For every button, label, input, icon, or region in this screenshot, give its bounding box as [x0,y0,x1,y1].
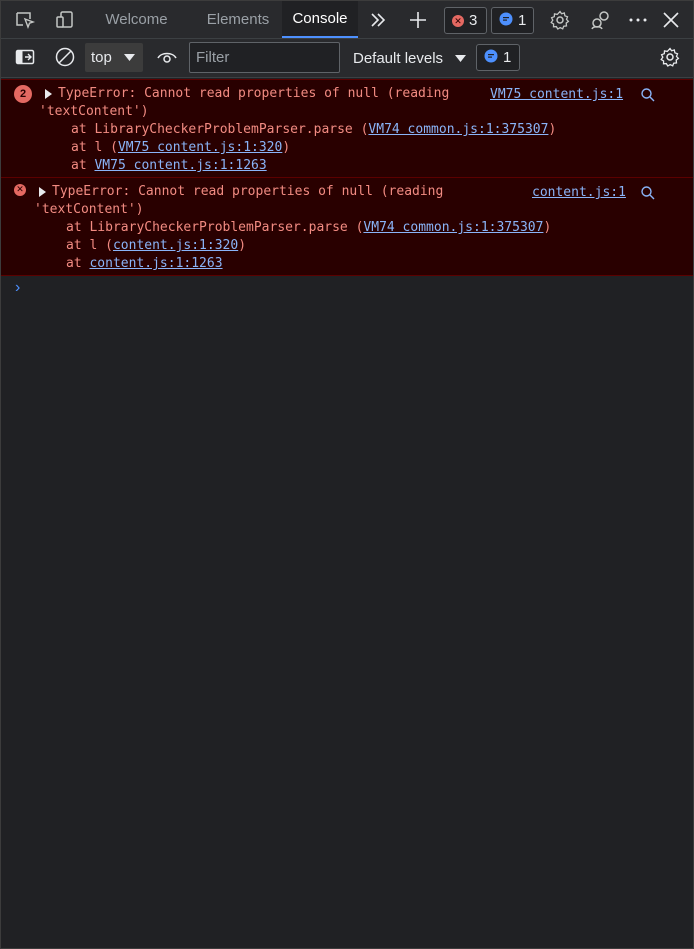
more-options-icon[interactable] [625,7,651,33]
stack-link[interactable]: VM75 content.js:1:1263 [94,158,266,173]
settings-gear-icon[interactable] [547,7,573,33]
error-text-line: 'textContent') [39,104,149,119]
stack-frame: at LibraryCheckerProblemParser.parse (VM… [66,220,552,235]
toolbar-issues-count: 1 [503,49,512,66]
devtools-window: Welcome Elements Console ✕ 3 1 top Filte… [0,0,694,949]
source-link[interactable]: content.js:1 [532,184,626,202]
stack-link[interactable]: content.js:1:320 [113,238,238,253]
log-levels-dropdown[interactable]: Default levels [353,47,467,69]
context-selector[interactable]: top [85,43,143,72]
console-settings-gear-icon[interactable] [657,44,683,70]
customize-feedback-icon[interactable] [587,7,613,33]
add-tab-icon[interactable] [405,7,431,33]
error-icon: ✕ [452,14,464,27]
console-error-message: ✕ TypeError: Cannot read properties of n… [1,178,693,276]
chevron-down-icon [123,49,135,66]
stack-link[interactable]: content.js:1:1263 [89,256,222,271]
stack-frame: at l (VM75 content.js:1:320) [71,140,291,155]
toolbar-issues-button[interactable]: 1 [476,44,520,71]
error-text-line: 'textContent') [34,202,144,217]
log-levels-label: Default levels [353,49,444,67]
console-output: 2 TypeError: Cannot read properties of n… [1,79,693,296]
chevron-down-icon [455,50,467,67]
live-expression-eye-icon[interactable] [154,44,180,70]
show-sidebar-icon[interactable] [12,44,38,70]
console-toolbar: top Default levels 1 [1,39,693,78]
search-icon[interactable] [640,87,656,103]
stack-link[interactable]: VM74 common.js:1:375307 [368,122,548,137]
console-error-message: 2 TypeError: Cannot read properties of n… [1,79,693,178]
context-value: top [91,49,112,66]
issues-count-button[interactable]: 1 [491,7,534,34]
issues-count: 1 [518,12,527,29]
issues-icon [499,12,513,30]
more-tabs-icon[interactable] [365,7,391,33]
search-icon[interactable] [640,185,656,201]
errors-count-button[interactable]: ✕ 3 [444,7,487,34]
stack-link[interactable]: VM75 content.js:1:320 [118,140,282,155]
stack-frame: at LibraryCheckerProblemParser.parse (VM… [71,122,557,137]
clear-console-icon[interactable] [52,44,78,70]
source-link[interactable]: VM75 content.js:1 [490,86,623,104]
error-text-line: TypeError: Cannot read properties of nul… [52,184,444,199]
stack-link[interactable]: VM74 common.js:1:375307 [363,220,543,235]
expand-triangle-icon[interactable] [39,187,46,197]
console-prompt[interactable]: › [15,279,20,297]
tab-welcome[interactable]: Welcome [95,1,178,38]
stack-frame: at content.js:1:1263 [66,256,223,271]
devtools-tab-bar: Welcome Elements Console ✕ 3 1 [1,1,693,39]
inspect-element-icon[interactable] [12,7,38,33]
tab-console[interactable]: Console [282,1,358,38]
errors-count: 3 [469,12,478,29]
close-icon[interactable] [658,7,684,33]
error-text-line: TypeError: Cannot read properties of nul… [58,86,450,101]
stack-frame: at l (content.js:1:320) [66,238,247,253]
device-emulation-icon[interactable] [52,7,78,33]
stack-frame: at VM75 content.js:1:1263 [71,158,267,173]
expand-triangle-icon[interactable] [45,89,52,99]
filter-input[interactable] [189,42,340,73]
tab-elements[interactable]: Elements [197,1,279,38]
error-icon: ✕ [14,184,26,196]
issues-icon [484,49,498,67]
repeat-count-badge: 2 [14,85,32,103]
